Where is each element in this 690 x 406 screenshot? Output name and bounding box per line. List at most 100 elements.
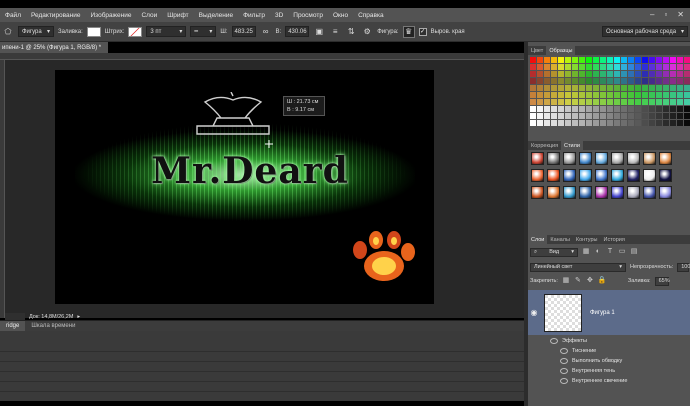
swatch[interactable]	[537, 71, 543, 77]
swatch[interactable]	[635, 57, 641, 63]
swatch[interactable]	[600, 92, 606, 98]
swatch[interactable]	[565, 120, 571, 126]
swatch[interactable]	[586, 78, 592, 84]
swatch[interactable]	[572, 99, 578, 105]
swatch[interactable]	[607, 71, 613, 77]
lock-paint-icon[interactable]: ✎	[574, 277, 582, 285]
swatch[interactable]	[530, 113, 536, 119]
swatch[interactable]	[677, 92, 683, 98]
stroke-width-select[interactable]: 3 пт ▾	[146, 26, 187, 37]
stroke-swatch[interactable]	[128, 26, 143, 37]
menu-image[interactable]: Изображение	[86, 12, 137, 19]
menu-select[interactable]: Выделение	[194, 12, 238, 19]
swatch[interactable]	[530, 106, 536, 112]
swatch[interactable]	[586, 92, 592, 98]
swatch[interactable]	[572, 120, 578, 126]
swatch[interactable]	[677, 120, 683, 126]
swatch[interactable]	[572, 57, 578, 63]
swatch[interactable]	[649, 78, 655, 84]
swatch[interactable]	[586, 99, 592, 105]
swatch[interactable]	[579, 99, 585, 105]
swatch[interactable]	[684, 71, 690, 77]
swatch[interactable]	[544, 85, 550, 91]
swatch[interactable]	[530, 92, 536, 98]
swatch[interactable]	[649, 106, 655, 112]
swatch[interactable]	[670, 106, 676, 112]
swatch[interactable]	[558, 92, 564, 98]
swatch[interactable]	[670, 92, 676, 98]
style-preset[interactable]	[659, 169, 672, 182]
swatch[interactable]	[607, 78, 613, 84]
swatch[interactable]	[565, 106, 571, 112]
swatch[interactable]	[600, 99, 606, 105]
swatch[interactable]	[649, 113, 655, 119]
swatch[interactable]	[600, 113, 606, 119]
swatch[interactable]	[593, 106, 599, 112]
swatch[interactable]	[656, 99, 662, 105]
swatch[interactable]	[593, 99, 599, 105]
eye-icon[interactable]: ◉	[528, 308, 540, 317]
swatch[interactable]	[586, 106, 592, 112]
shape-filter-icon[interactable]: ▭	[618, 248, 626, 256]
swatch[interactable]	[607, 113, 613, 119]
tab-timeline[interactable]: Шкала времени	[25, 321, 81, 332]
swatch[interactable]	[607, 64, 613, 70]
align-edges-checkbox[interactable]: ✓	[418, 27, 427, 36]
style-preset[interactable]	[595, 152, 608, 165]
swatch[interactable]	[628, 64, 634, 70]
effects-header[interactable]: Эффекты	[528, 336, 690, 346]
menu-filter[interactable]: Фильтр	[238, 12, 270, 19]
swatch[interactable]	[635, 78, 641, 84]
swatch[interactable]	[621, 120, 627, 126]
swatch[interactable]	[684, 113, 690, 119]
swatch[interactable]	[600, 71, 606, 77]
style-preset[interactable]	[627, 152, 640, 165]
swatch[interactable]	[544, 64, 550, 70]
swatch[interactable]	[565, 113, 571, 119]
swatch[interactable]	[670, 120, 676, 126]
swatch[interactable]	[635, 120, 641, 126]
swatch[interactable]	[677, 99, 683, 105]
opacity-field[interactable]: 100	[677, 262, 690, 272]
swatch[interactable]	[670, 64, 676, 70]
style-preset[interactable]	[643, 152, 656, 165]
swatch[interactable]	[684, 57, 690, 63]
layer-row-figure[interactable]: ◉ Фигура 1	[528, 290, 690, 335]
swatch[interactable]	[663, 120, 669, 126]
swatch[interactable]	[558, 64, 564, 70]
swatch[interactable]	[530, 64, 536, 70]
swatch[interactable]	[565, 99, 571, 105]
swatch[interactable]	[607, 57, 613, 63]
swatch[interactable]	[621, 92, 627, 98]
swatch[interactable]	[558, 120, 564, 126]
swatch[interactable]	[628, 120, 634, 126]
swatch[interactable]	[635, 92, 641, 98]
lock-pixels-icon[interactable]: ▦	[562, 277, 570, 285]
fill-opacity-field[interactable]: 65%	[654, 276, 670, 286]
swatch[interactable]	[663, 106, 669, 112]
swatch[interactable]	[614, 99, 620, 105]
swatch[interactable]	[642, 85, 648, 91]
swatch[interactable]	[677, 85, 683, 91]
swatch[interactable]	[551, 64, 557, 70]
document-tab[interactable]: ипени-1 @ 25% (Фигура 1, RGB/8) *	[0, 42, 108, 53]
swatch[interactable]	[621, 78, 627, 84]
shape-mode-select[interactable]: Фигура ▾	[18, 26, 54, 37]
swatch[interactable]	[565, 57, 571, 63]
swatch[interactable]	[614, 106, 620, 112]
style-preset[interactable]	[531, 152, 544, 165]
blend-mode-select[interactable]: Линейный свет ▾	[530, 262, 626, 272]
style-preset[interactable]	[547, 152, 560, 165]
swatch[interactable]	[614, 57, 620, 63]
swatch[interactable]	[593, 78, 599, 84]
tab-bridge[interactable]: ridge	[0, 320, 26, 332]
style-preset[interactable]	[595, 169, 608, 182]
swatch[interactable]	[537, 64, 543, 70]
swatch[interactable]	[537, 99, 543, 105]
tab-paths[interactable]: Контуры	[573, 235, 601, 244]
swatch[interactable]	[558, 99, 564, 105]
swatch[interactable]	[544, 113, 550, 119]
effect-item[interactable]: Внутренняя тень	[528, 366, 690, 376]
swatch[interactable]	[642, 113, 648, 119]
crown-shape[interactable]	[193, 92, 273, 152]
